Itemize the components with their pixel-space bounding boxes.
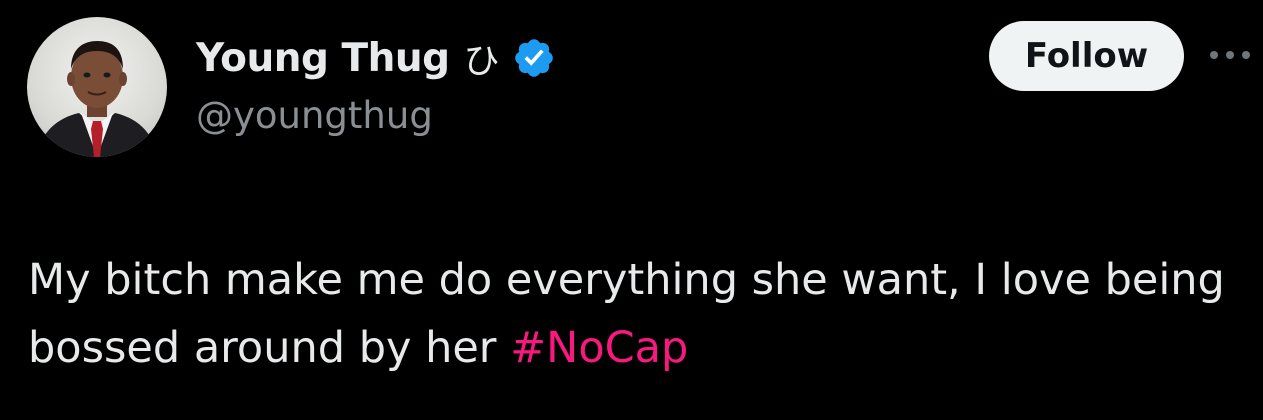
profile-avatar[interactable] <box>27 17 167 157</box>
tweet-text: My bitch make me do everything she want,… <box>28 246 1228 382</box>
author-name-glyph: ひ <box>463 41 500 82</box>
profile-photo-icon <box>37 41 157 157</box>
more-dot <box>1242 51 1250 59</box>
more-dot <box>1226 51 1234 59</box>
author-name-row: Young Thug ひ <box>196 30 556 86</box>
tweet-card: Young Thug ひ @youngthug Follow My bitch … <box>0 0 1263 420</box>
author-display-name[interactable]: Young Thug <box>196 36 450 81</box>
author-handle[interactable]: @youngthug <box>196 94 433 137</box>
follow-button[interactable]: Follow <box>989 21 1184 91</box>
more-dot <box>1210 51 1218 59</box>
more-horizontal-icon[interactable] <box>1210 44 1258 66</box>
verified-badge-icon[interactable] <box>512 36 556 80</box>
hashtag-link[interactable]: #NoCap <box>510 323 688 373</box>
